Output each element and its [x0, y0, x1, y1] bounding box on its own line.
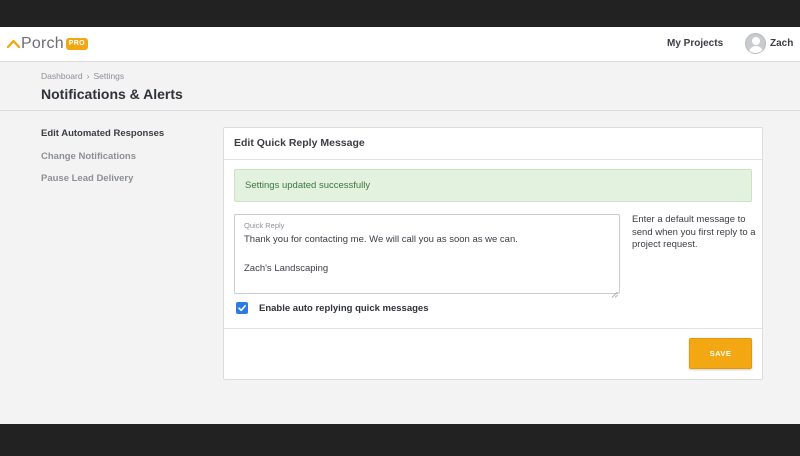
app-window: Porch PRO My Projects Zach Dashboard › S…	[0, 27, 800, 424]
save-button[interactable]: SAVE	[689, 338, 752, 369]
breadcrumb: Dashboard › Settings	[41, 71, 124, 81]
quick-reply-textarea[interactable]: Quick Reply Thank you for contacting me.…	[234, 214, 620, 298]
quick-reply-label: Quick Reply	[244, 221, 285, 230]
quick-reply-value[interactable]: Thank you for contacting me. We will cal…	[244, 233, 610, 277]
avatar-head	[752, 37, 760, 45]
breadcrumb-separator: ›	[86, 71, 90, 81]
auto-reply-checkbox-label[interactable]: Enable auto replying quick messages	[259, 303, 428, 314]
breadcrumb-dashboard[interactable]: Dashboard	[41, 71, 83, 81]
quick-reply-help-text: Enter a default message to send when you…	[632, 214, 756, 250]
user-name[interactable]: Zach	[770, 38, 793, 49]
success-alert: Settings updated successfully	[234, 169, 752, 202]
card-footer-divider	[224, 328, 762, 329]
top-navbar: Porch PRO My Projects Zach	[0, 27, 800, 62]
auto-reply-checkbox[interactable]	[236, 302, 248, 314]
breadcrumb-settings[interactable]: Settings	[93, 71, 124, 81]
sidebar-item-pause-lead-delivery[interactable]: Pause Lead Delivery	[41, 173, 164, 196]
my-projects-link[interactable]: My Projects	[667, 38, 723, 49]
pro-badge: PRO	[65, 38, 88, 50]
auto-reply-option: Enable auto replying quick messages	[236, 302, 428, 314]
settings-sidebar: Edit Automated Responses Change Notifica…	[41, 128, 164, 196]
sidebar-item-change-notifications[interactable]: Change Notifications	[41, 151, 164, 174]
sidebar-item-edit-automated-responses[interactable]: Edit Automated Responses	[41, 128, 164, 151]
avatar-body	[749, 46, 763, 53]
page-title: Notifications & Alerts	[41, 86, 183, 102]
user-avatar-icon[interactable]	[745, 33, 766, 54]
checkmark-icon	[238, 305, 246, 312]
resize-handle-icon[interactable]	[611, 285, 618, 298]
quick-reply-card: Edit Quick Reply Message Settings update…	[223, 127, 763, 380]
porch-pro-logo[interactable]: Porch PRO	[7, 35, 88, 53]
roof-logo-icon	[7, 39, 20, 49]
logo-text: Porch	[21, 35, 64, 52]
page-header: Dashboard › Settings Notifications & Ale…	[0, 62, 800, 111]
card-title: Edit Quick Reply Message	[224, 128, 762, 160]
